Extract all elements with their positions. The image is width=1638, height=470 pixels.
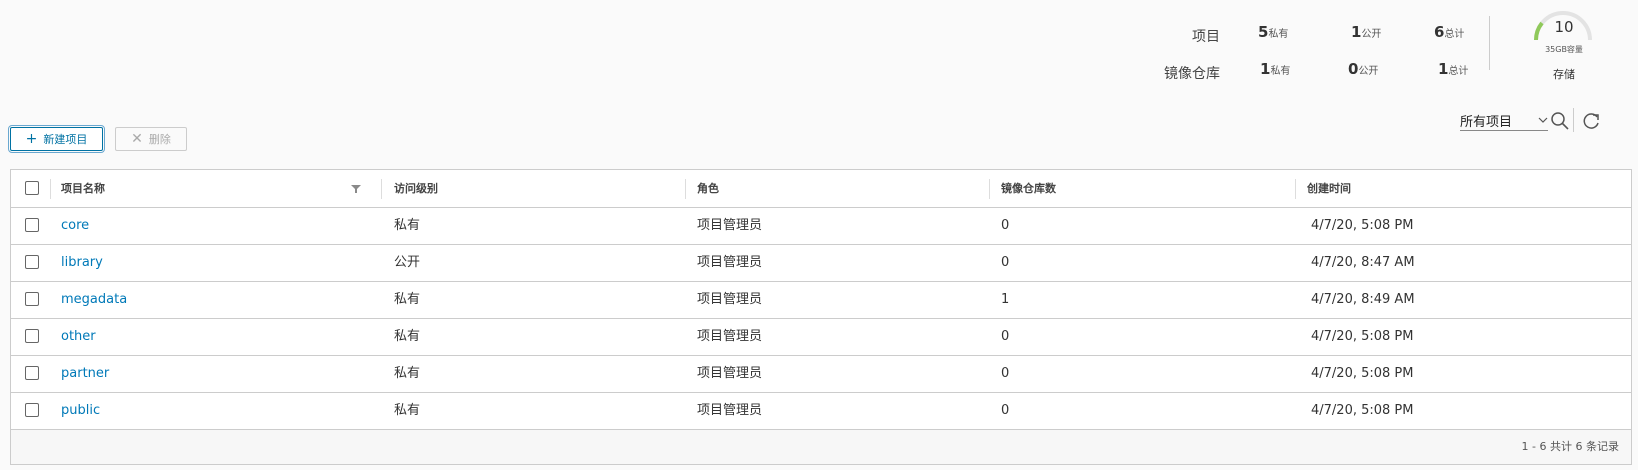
table-row: partner 私有 项目管理员 0 4/7/20, 5:08 PM [11,355,1631,393]
role: 项目管理员 [697,292,763,307]
project-name-link[interactable]: library [61,244,103,281]
table-row: core 私有 项目管理员 0 4/7/20, 5:08 PM [11,207,1631,245]
table-header: 项目名称 访问级别 角色 镜像仓库数 创建时间 [11,170,1631,208]
row-checkbox[interactable] [25,292,39,306]
role: 项目管理员 [697,366,763,381]
repo-count: 1 [1001,292,1010,307]
role: 项目管理员 [697,218,763,233]
project-filter-value: 所有项目 [1460,115,1513,130]
stat-projects-label: 项目 [1192,29,1220,45]
storage-value: 10 [1554,18,1574,36]
column-separator [989,179,990,199]
created-time: 4/7/20, 5:08 PM [1311,403,1414,418]
stat-repos-total: 1总计 [1438,60,1469,78]
delete-label: 删除 [148,133,171,146]
access-level: 私有 [394,292,421,307]
pagination-summary: 1 - 6 共计 6 条记录 [1521,440,1619,453]
stat-repos-public: 0公开 [1348,60,1379,78]
project-name-link[interactable]: other [61,318,96,355]
table-row: public 私有 项目管理员 0 4/7/20, 5:08 PM [11,392,1631,430]
table-row: other 私有 项目管理员 0 4/7/20, 5:08 PM [11,318,1631,356]
column-header-access[interactable]: 访问级别 [394,170,438,207]
table-row: library 公开 项目管理员 0 4/7/20, 8:47 AM [11,244,1631,282]
column-header-created[interactable]: 创建时间 [1307,170,1351,207]
repo-count: 0 [1001,255,1010,270]
table-footer: 1 - 6 共计 6 条记录 [11,430,1631,464]
project-name-link[interactable]: core [61,207,89,244]
repo-count: 0 [1001,329,1010,344]
row-checkbox[interactable] [25,366,39,380]
storage-capacity: 35GB容量 [1545,45,1583,54]
stat-repos-label: 镜像仓库 [1164,66,1220,82]
role: 项目管理员 [697,255,763,270]
stat-projects-public: 1公开 [1351,23,1382,41]
stat-projects-total: 6总计 [1434,23,1465,41]
column-separator [685,179,686,199]
row-checkbox[interactable] [25,403,39,417]
role: 项目管理员 [697,403,763,418]
created-time: 4/7/20, 5:08 PM [1311,366,1414,381]
close-icon: ✕ [131,131,143,147]
stat-projects-private: 5私有 [1258,23,1289,41]
created-time: 4/7/20, 5:08 PM [1311,329,1414,344]
row-checkbox[interactable] [25,218,39,232]
repo-count: 0 [1001,218,1010,233]
stats-divider [1489,16,1490,70]
column-header-role[interactable]: 角色 [697,170,719,207]
plus-icon: + [25,131,38,147]
column-header-name[interactable]: 项目名称 [61,170,105,207]
repo-count: 0 [1001,403,1010,418]
repo-count: 0 [1001,366,1010,381]
access-level: 私有 [394,366,421,381]
projects-table: 项目名称 访问级别 角色 镜像仓库数 创建时间 core 私有 项目管理员 0 … [10,169,1632,465]
toolbar-divider [1573,108,1574,132]
project-name-link[interactable]: megadata [61,281,127,318]
column-header-repo-count[interactable]: 镜像仓库数 [1001,170,1056,207]
filter-icon[interactable] [351,184,361,194]
row-checkbox[interactable] [25,329,39,343]
access-level: 私有 [394,218,421,233]
column-separator [1295,179,1296,199]
project-name-link[interactable]: partner [61,355,109,392]
created-time: 4/7/20, 8:47 AM [1311,255,1415,270]
access-level: 私有 [394,403,421,418]
created-time: 4/7/20, 5:08 PM [1311,218,1414,233]
stat-repos-private: 1私有 [1260,60,1291,78]
project-filter-select[interactable]: 所有项目 [1460,111,1548,131]
chevron-down-icon [1538,117,1548,123]
search-icon[interactable] [1550,111,1570,131]
column-separator [381,179,382,199]
row-checkbox[interactable] [25,255,39,269]
access-level: 私有 [394,329,421,344]
storage-label: 存储 [1553,68,1575,81]
created-time: 4/7/20, 8:49 AM [1311,292,1415,307]
refresh-icon[interactable] [1582,111,1602,131]
new-project-button[interactable]: + 新建项目 [8,125,105,153]
table-row: megadata 私有 项目管理员 1 4/7/20, 8:49 AM [11,281,1631,319]
select-all-checkbox[interactable] [25,181,39,195]
delete-button[interactable]: ✕ 删除 [115,127,187,151]
project-name-link[interactable]: public [61,392,100,429]
column-separator [50,179,51,199]
access-level: 公开 [394,255,421,270]
role: 项目管理员 [697,329,763,344]
new-project-label: 新建项目 [43,133,88,146]
